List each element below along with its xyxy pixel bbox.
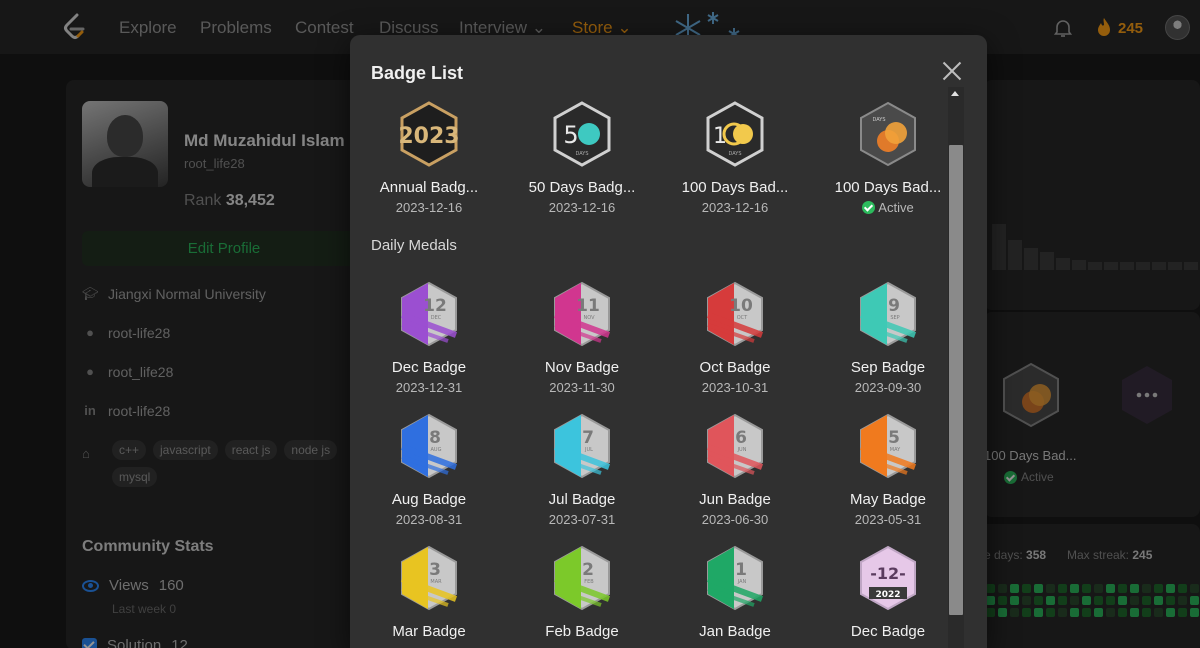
badge-name: Aug Badge [391,491,467,508]
badge-list-modal: Badge List 2023 Annual Badg... 2023-12-1… [350,35,987,648]
monthly-badge-icon: 6JUN [706,413,764,479]
svg-text:JAN: JAN [737,579,747,585]
svg-text:MAY: MAY [890,447,901,453]
badge-date: 2023-10-31 [701,380,769,395]
daily-medals-heading: Daily Medals [371,237,457,254]
svg-text:-12-: -12- [870,564,906,583]
badge-name: Nov Badge [544,359,620,376]
svg-text:10: 10 [729,296,753,316]
100-days-badge-icon: 1 DAYS [706,101,764,167]
svg-text:6: 6 [735,428,747,448]
modal-title: Badge List [371,63,464,83]
badge-item[interactable]: 5 DAYS 50 Days Badg... 2023-12-16 [512,101,652,215]
badge-item[interactable]: -12- 2022 Dec Badge [818,545,958,640]
badge-name: Dec Badge [850,623,926,640]
svg-text:FEB: FEB [584,579,594,585]
badge-item[interactable]: 7 JUL Jul Badge 2023-07-31 [512,413,652,527]
badge-item[interactable]: 2 FEB Feb Badge [512,545,652,640]
scroll-up-arrow-icon[interactable] [951,91,959,96]
svg-text:2023: 2023 [398,124,459,149]
badge-item[interactable]: 2023 Annual Badg... 2023-12-16 [359,101,499,215]
badge-date: 2023-12-16 [395,200,463,215]
svg-text:7: 7 [582,428,594,448]
badge-date: 2023-12-16 [701,200,769,215]
monthly-badge-icon: 7JUL [553,413,611,479]
svg-text:11: 11 [576,296,600,316]
monthly-badge-icon: 12DEC [400,281,458,347]
svg-text:DAYS: DAYS [728,151,741,157]
badge-item[interactable]: DAYS 100 Days Bad... Active [818,101,958,219]
monthly-badge-icon: 5MAY [859,413,917,479]
scrollbar-thumb[interactable] [949,145,963,615]
svg-text:DEC: DEC [431,315,442,321]
badge-item[interactable]: 6 JUN Jun Badge 2023-06-30 [665,413,805,527]
badge-name: Mar Badge [392,623,466,640]
badge-name: Oct Badge [699,359,771,376]
dec-2022-badge-icon: -12- 2022 [860,545,916,611]
svg-text:5: 5 [563,121,578,149]
svg-text:AUG: AUG [431,447,442,453]
active-check-icon [862,201,876,214]
close-icon[interactable] [942,61,962,81]
badge-item[interactable]: 12 DEC Dec Badge 2023-12-31 [359,281,499,395]
badge-name: 50 Days Badg... [528,179,636,196]
monthly-badge-icon: 1JAN [706,545,764,611]
badge-date: 2023-11-30 [549,380,615,395]
badge-name: Annual Badg... [379,179,479,196]
badge-status-text: Active [878,200,914,215]
badge-item[interactable]: 5 MAY May Badge 2023-05-31 [818,413,958,527]
monthly-badge-icon: 8AUG [400,413,458,479]
monthly-badge-icon: 2FEB [553,545,611,611]
svg-text:SEP: SEP [890,315,899,321]
svg-text:2022: 2022 [875,590,900,600]
svg-text:JUL: JUL [584,447,593,453]
badge-item[interactable]: 10 OCT Oct Badge 2023-10-31 [665,281,805,395]
svg-text:DAYS: DAYS [575,151,588,157]
monthly-badge-icon: 11NOV [553,281,611,347]
svg-text:5: 5 [888,428,900,448]
svg-text:3: 3 [429,560,441,580]
badge-item[interactable]: 1 JAN Jan Badge [665,545,805,640]
svg-text:1: 1 [735,560,747,580]
svg-text:8: 8 [429,428,441,448]
monthly-badge-icon: 9SEP [859,281,917,347]
badge-date: 2023-08-31 [395,512,463,527]
badge-name: 100 Days Bad... [681,179,789,196]
svg-text:9: 9 [888,296,900,316]
svg-text:MAR: MAR [430,579,442,585]
badge-item[interactable]: 1 DAYS 100 Days Bad... 2023-12-16 [665,101,805,215]
badge-name: May Badge [850,491,926,508]
badge-date: 2023-05-31 [854,512,922,527]
badge-item[interactable]: 3 MAR Mar Badge [359,545,499,640]
svg-text:2: 2 [582,560,594,580]
svg-text:JUN: JUN [737,447,747,453]
badge-name: Jul Badge [548,491,616,508]
monthly-badge-icon: 3MAR [400,545,458,611]
badge-name: 100 Days Bad... [834,179,942,196]
badge-name: Feb Badge [545,623,619,640]
badge-name: Sep Badge [850,359,926,376]
50-days-badge-icon: 5 DAYS [553,101,611,167]
svg-text:DAYS: DAYS [872,117,885,123]
svg-text:12: 12 [423,296,447,316]
badge-status: Active [862,200,914,215]
100-days-active-badge-icon: DAYS [860,101,916,167]
svg-text:NOV: NOV [583,315,595,321]
badge-date: 2023-06-30 [701,512,769,527]
badge-item[interactable]: 9 SEP Sep Badge 2023-09-30 [818,281,958,395]
badge-date: 2023-12-16 [548,200,616,215]
annual-badge-icon: 2023 [398,101,460,167]
badge-date: 2023-12-31 [395,380,463,395]
monthly-badge-icon: 10OCT [706,281,764,347]
badge-item[interactable]: 11 NOV Nov Badge 2023-11-30 [512,281,652,395]
badge-name: Jun Badge [699,491,771,508]
badge-name: Jan Badge [699,623,771,640]
badge-item[interactable]: 8 AUG Aug Badge 2023-08-31 [359,413,499,527]
svg-text:OCT: OCT [737,315,748,321]
badge-date: 2023-09-30 [854,380,922,395]
badge-name: Dec Badge [391,359,467,376]
badge-date: 2023-07-31 [548,512,616,527]
